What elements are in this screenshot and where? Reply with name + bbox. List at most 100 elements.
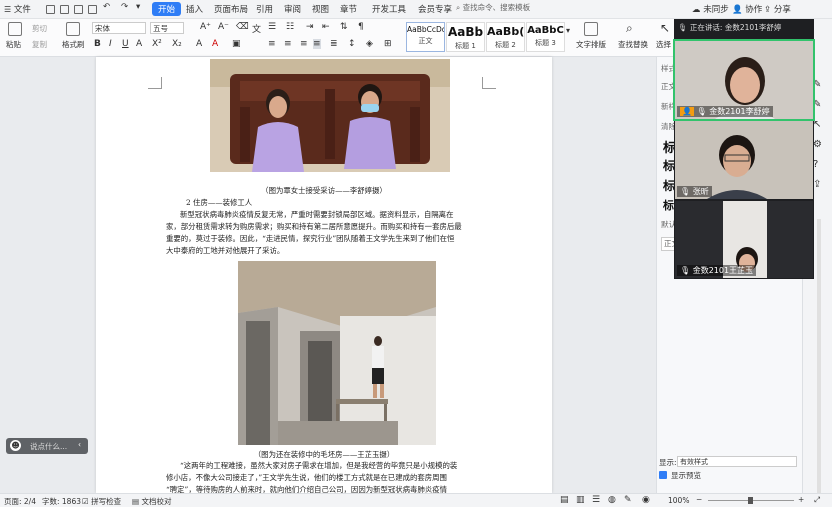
command-search[interactable]: ⌕ 查找命令、搜索模板	[456, 2, 562, 16]
tab-developer[interactable]: 开发工具	[372, 3, 406, 15]
page-count[interactable]: 页面: 2/4	[4, 496, 36, 507]
preview-icon[interactable]	[88, 5, 97, 14]
styles-expand-icon[interactable]: ▾	[566, 26, 570, 35]
para1-line-1: 新型冠状病毒肺炎疫情反复无常，严重时需要封锁局部区域。据资料显示，自隔离在	[180, 210, 454, 219]
paste-button[interactable]: 粘贴	[6, 39, 21, 50]
paste-icon[interactable]	[8, 22, 22, 36]
spell-check[interactable]: ☑ 拼写检查	[82, 496, 121, 507]
clear-format-icon[interactable]: ⌫	[236, 22, 249, 32]
align-center-icon[interactable]: ≡	[284, 39, 292, 49]
share-button[interactable]: ⇪ 分享	[764, 3, 791, 15]
style-heading-3[interactable]: AaBbC 标题 3	[526, 22, 565, 52]
tab-references[interactable]: 引用	[256, 3, 273, 15]
participant-3-name: 🎙 金数2101王芷玉	[677, 265, 757, 276]
share-pane-icon[interactable]: ⇪	[813, 179, 821, 190]
bullets-icon[interactable]: ☰	[268, 22, 276, 32]
outdent-icon[interactable]: ⇤	[322, 22, 330, 32]
shrink-font-icon[interactable]: A⁻	[218, 22, 229, 32]
tab-member[interactable]: 会员专享	[418, 3, 452, 15]
view-write-icon[interactable]: ✎	[624, 495, 632, 505]
grow-font-icon[interactable]: A⁺	[200, 22, 211, 32]
panel-heading-4[interactable]: 标	[663, 197, 674, 213]
justify-icon[interactable]: ≡	[313, 39, 321, 49]
preview-checkbox[interactable]	[659, 471, 667, 479]
collapse-icon[interactable]: ‹	[78, 440, 81, 449]
zoom-out-icon[interactable]: −	[696, 495, 702, 504]
sync-status[interactable]: ☁ 未同步	[692, 3, 729, 15]
participant-tile-2[interactable]: 🎙 张昕	[675, 121, 813, 199]
fullscreen-icon[interactable]: ⤢	[814, 495, 820, 505]
tab-view[interactable]: 视图	[312, 3, 329, 15]
underline-icon[interactable]: U	[122, 39, 129, 49]
shading-icon[interactable]: ◈	[366, 39, 373, 49]
export-icon[interactable]	[60, 5, 69, 14]
text-layout-icon[interactable]	[584, 22, 598, 36]
view-outline-icon[interactable]: ☰	[592, 495, 600, 505]
select-button[interactable]: 选择	[656, 39, 671, 50]
tab-review[interactable]: 审阅	[284, 3, 301, 15]
style-heading-2[interactable]: AaBb( 标题 2	[486, 22, 525, 52]
zoom-in-icon[interactable]: +	[798, 495, 804, 504]
participant-tile-1[interactable]: 👤 🎙 金数2101李舒婷	[673, 39, 815, 121]
font-name-select[interactable]: 宋体	[92, 22, 146, 34]
font-color-icon[interactable]: A	[136, 39, 142, 49]
more-icon[interactable]: ▾	[136, 2, 140, 12]
font-size-select[interactable]: 五号	[150, 22, 184, 34]
highlight-icon[interactable]: A	[196, 39, 202, 49]
tab-home[interactable]: 开始	[152, 2, 182, 16]
bold-icon[interactable]: B	[94, 39, 101, 49]
show-select[interactable]: 有效样式	[677, 456, 797, 467]
zoom-level[interactable]: 100%	[668, 496, 689, 505]
style-heading-1[interactable]: AaBb 标题 1	[446, 22, 485, 52]
menu-file[interactable]: ☰ 文件	[4, 3, 31, 15]
style-pane-icon[interactable]: ✎	[813, 79, 821, 90]
vertical-scrollbar[interactable]	[817, 219, 821, 499]
settings-icon[interactable]: ⚙	[813, 139, 822, 150]
zoom-thumb[interactable]	[748, 497, 753, 504]
format-painter-button[interactable]: 格式刷	[62, 39, 85, 50]
text-layout-button[interactable]: 文字排版	[576, 39, 606, 50]
assistant-bubble[interactable]: ☻ 说点什么... ‹	[6, 438, 88, 454]
style-normal[interactable]: AaBbCcDd 正文	[406, 22, 445, 52]
pen-icon[interactable]: ✎	[813, 99, 821, 110]
subscript-icon[interactable]: X₂	[172, 39, 182, 49]
eye-protection-icon[interactable]: ◉	[642, 495, 650, 505]
cut-button[interactable]: 剪切	[32, 23, 47, 34]
redo-icon[interactable]: ↷	[121, 2, 128, 12]
align-left-icon[interactable]: ≡	[268, 39, 276, 49]
undo-icon[interactable]: ↶	[103, 2, 110, 12]
italic-icon[interactable]: I	[109, 39, 112, 49]
view-page-icon[interactable]: ▤	[560, 495, 569, 505]
indent-icon[interactable]: ⇥	[306, 22, 314, 32]
phonetic-icon[interactable]: 文	[252, 22, 261, 35]
copy-button[interactable]: 复制	[32, 39, 47, 50]
word-count[interactable]: 字数: 1863	[42, 496, 81, 507]
align-right-icon[interactable]: ≡	[300, 39, 308, 49]
tab-insert[interactable]: 插入	[186, 3, 203, 15]
participant-tile-3[interactable]: 🎙 金数2101王芷玉	[675, 201, 813, 278]
distribute-icon[interactable]: ≣	[330, 39, 338, 49]
line-spacing-icon[interactable]: ↕	[348, 39, 356, 49]
view-web-icon[interactable]: ◍	[608, 495, 616, 505]
text-color-icon[interactable]: A	[212, 39, 218, 49]
document-page[interactable]: （图为覃女士接受采访——李舒婷摄） 2 住房——装修工人 新型冠状病毒肺炎疫情反…	[96, 57, 552, 494]
collab-button[interactable]: 👤 协作	[732, 3, 762, 15]
video-call-window[interactable]: 🎙 正在讲话: 金数2101李舒婷 👤 🎙 金数2101李舒婷 🎙 张昕 🎙 金…	[673, 19, 815, 279]
tab-chapter[interactable]: 章节	[340, 3, 357, 15]
doc-proof[interactable]: ▤ 文档校对	[132, 496, 171, 507]
select-icon[interactable]: ↖	[660, 21, 670, 35]
sort-icon[interactable]: ⇅	[340, 22, 348, 32]
tab-page-layout[interactable]: 页面布局	[214, 3, 248, 15]
find-replace-icon[interactable]: ⌕	[626, 21, 633, 36]
char-border-icon[interactable]: ▣	[232, 39, 241, 49]
save-icon[interactable]	[46, 5, 55, 14]
show-marks-icon[interactable]: ¶	[358, 22, 364, 32]
format-painter-icon[interactable]	[66, 22, 80, 36]
numbering-icon[interactable]: ☷	[286, 22, 294, 32]
find-replace-button[interactable]: 查找替换	[618, 39, 648, 50]
print-icon[interactable]	[74, 5, 83, 14]
select-pane-icon[interactable]: ↖	[813, 119, 821, 130]
borders-icon[interactable]: ⊞	[384, 39, 392, 49]
strikethrough-icon[interactable]: X²	[152, 39, 162, 49]
view-read-icon[interactable]: ▥	[576, 495, 585, 505]
